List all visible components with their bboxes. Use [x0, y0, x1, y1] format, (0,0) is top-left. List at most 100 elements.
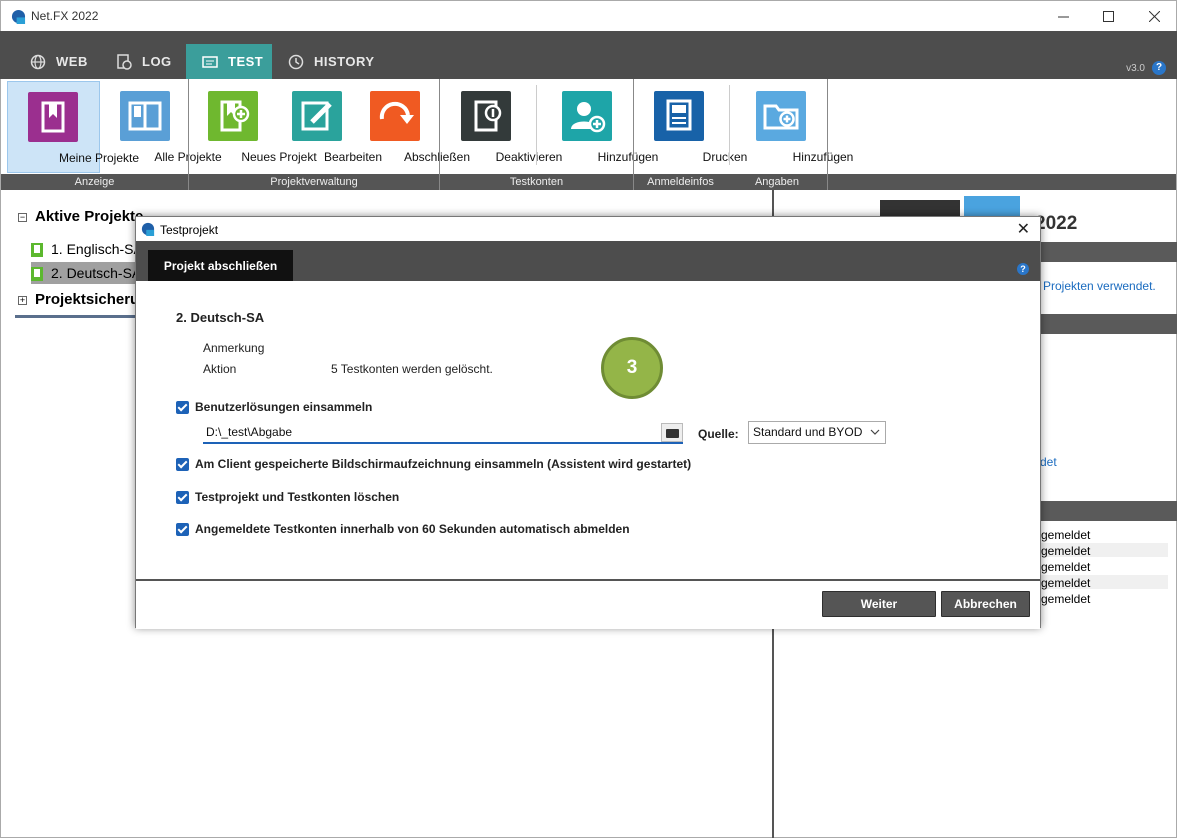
- window-title: Net.FX 2022: [31, 9, 99, 23]
- edit-icon: [292, 91, 342, 141]
- checkbox-label: Am Client gespeicherte Bildschirmaufzeic…: [195, 457, 692, 471]
- checkbox-label: Angemeldete Testkonten innerhalb von 60 …: [195, 522, 630, 536]
- add-user-icon: [562, 91, 612, 141]
- chevron-down-icon: [870, 429, 880, 435]
- testkonten-hinzufuegen-button[interactable]: Hinzufügen: [546, 81, 658, 173]
- checkbox-checked-icon[interactable]: [176, 400, 189, 414]
- dialog-footer: Weiter Abbrechen: [136, 583, 1040, 629]
- deaktivieren-button[interactable]: Deaktivieren: [443, 81, 562, 173]
- checkbox-bildschirmaufzeichnung[interactable]: Am Client gespeicherte Bildschirmaufzeic…: [176, 457, 691, 471]
- maximize-icon: [1102, 11, 1114, 22]
- print-doc-icon: [654, 91, 704, 141]
- checkbox-checked-icon[interactable]: [176, 522, 189, 536]
- dialog-close-icon[interactable]: ✕: [1017, 219, 1030, 239]
- status-row: gemeldet: [1041, 544, 1091, 558]
- tab-history[interactable]: HISTORY: [272, 44, 382, 79]
- netfx-logo: [880, 196, 1020, 216]
- info-link-text[interactable]: n Projekten verwendet.: [1033, 279, 1156, 293]
- path-input[interactable]: [203, 422, 683, 444]
- drucken-button[interactable]: Drucken: [637, 81, 747, 173]
- quelle-label: Quelle:: [698, 427, 739, 441]
- app-logo-icon: [141, 222, 155, 236]
- group-label-projektverwaltung: Projektverwaltung: [270, 176, 358, 188]
- dialog-titlebar: Testprojekt ✕: [136, 217, 1040, 241]
- dialog-body: 2. Deutsch-SA Anmerkung Aktion 5 Testkon…: [136, 281, 1040, 581]
- checkbox-testprojekt-loeschen[interactable]: Testprojekt und Testkonten löschen: [176, 490, 399, 504]
- folder-icon: [666, 429, 679, 438]
- dialog-title: Testprojekt: [160, 223, 219, 237]
- meine-projekte-button[interactable]: Meine Projekte: [7, 81, 139, 173]
- bearbeiten-button[interactable]: Bearbeiten: [283, 81, 382, 173]
- checkbox-checked-icon[interactable]: [176, 490, 189, 504]
- log-icon: [117, 53, 132, 70]
- testprojekt-dialog: Testprojekt ✕ Projekt abschließen ? 2. D…: [135, 216, 1041, 629]
- maximize-button[interactable]: [1085, 1, 1131, 32]
- tree-item-englisch-sa[interactable]: 1. Englisch-SA: [31, 238, 143, 260]
- project-name: 2. Deutsch-SA: [176, 310, 265, 325]
- aktion-value: 5 Testkonten werden gelöscht.: [331, 362, 493, 376]
- abschliessen-button[interactable]: Abschließen: [357, 81, 470, 173]
- checkbox-auto-abmelden[interactable]: Angemeldete Testkonten innerhalb von 60 …: [176, 522, 630, 536]
- main-tab-bar: WEB LOG TEST HISTORY v3.0 ?: [0, 31, 1177, 79]
- minimize-button[interactable]: [1040, 1, 1086, 32]
- checkbox-benutzerloesungen[interactable]: Benutzerlösungen einsammeln: [176, 400, 372, 414]
- deactivate-icon: [461, 91, 511, 141]
- status-row: gemeldet: [1041, 560, 1091, 574]
- tab-label: WEB: [56, 54, 88, 69]
- status-row: gemeldet: [1041, 528, 1091, 542]
- status-row: gemeldet: [1041, 592, 1091, 606]
- dialog-tab-bar: Projekt abschließen ?: [136, 241, 1040, 281]
- tab-test[interactable]: TEST: [186, 44, 272, 79]
- section-underline: [15, 315, 140, 318]
- new-bookmark-icon: [208, 91, 258, 141]
- group-label-anmeldeinfos: Anmeldeinfos: [647, 176, 714, 188]
- quelle-select[interactable]: Standard und BYOD: [748, 421, 886, 444]
- bookmark-icon: [28, 92, 78, 142]
- add-folder-icon: [756, 91, 806, 141]
- bookmark-icon: [31, 243, 43, 258]
- close-button[interactable]: [1131, 1, 1177, 32]
- expand-icon[interactable]: +: [18, 295, 27, 305]
- anmerkung-label: Anmerkung: [203, 341, 265, 355]
- tab-log[interactable]: LOG: [100, 44, 186, 79]
- tab-label: LOG: [142, 54, 172, 69]
- group-label-angaben: Angaben: [754, 176, 800, 188]
- alle-projekte-button[interactable]: Alle Projekte: [102, 81, 222, 173]
- app-logo-icon: [11, 9, 26, 24]
- close-icon: [1148, 11, 1160, 22]
- checkbox-label: Testprojekt und Testkonten löschen: [195, 490, 400, 504]
- minimize-icon: [1057, 16, 1069, 18]
- tree-item-deutsch-sa[interactable]: 2. Deutsch-SA: [31, 262, 142, 284]
- collapse-icon[interactable]: −: [18, 212, 27, 222]
- aktion-label: Aktion: [203, 362, 237, 376]
- weiter-button[interactable]: Weiter: [822, 591, 936, 617]
- help-icon[interactable]: ?: [1152, 61, 1166, 75]
- book-icon: [120, 91, 170, 141]
- version-label: v3.0: [1126, 63, 1145, 74]
- abbrechen-button[interactable]: Abbrechen: [941, 591, 1030, 617]
- window-titlebar: Net.FX 2022: [0, 0, 1177, 31]
- tab-label: HISTORY: [314, 54, 375, 69]
- status-row: gemeldet: [1041, 576, 1091, 590]
- test-icon: [202, 55, 218, 68]
- tree-item-label: 2. Deutsch-SA: [51, 265, 142, 281]
- angaben-hinzufuegen-button[interactable]: Hinzufügen: [739, 81, 853, 173]
- history-icon: [288, 54, 304, 69]
- tree-section-aktive-projekte[interactable]: − Aktive Projekte: [18, 208, 143, 225]
- checkbox-checked-icon[interactable]: [176, 457, 189, 471]
- dialog-help-icon[interactable]: ?: [1017, 263, 1029, 275]
- step-number-badge: 3: [601, 337, 663, 399]
- bookmark-icon: [31, 267, 43, 282]
- tab-projekt-abschliessen[interactable]: Projekt abschließen: [148, 250, 293, 281]
- group-label-testkonten: Testkonten: [509, 176, 564, 188]
- ribbon-toolbar: Meine Projekte Alle Projekte Neues Proje…: [0, 79, 1177, 190]
- quelle-selected-value: Standard und BYOD: [753, 425, 863, 439]
- tree-item-label: 1. Englisch-SA: [51, 241, 143, 257]
- status-link[interactable]: det: [1040, 455, 1057, 469]
- group-label-anzeige: Anzeige: [74, 176, 115, 188]
- globe-icon: [30, 54, 46, 69]
- browse-folder-button[interactable]: [661, 423, 683, 442]
- tab-web[interactable]: WEB: [14, 44, 104, 79]
- neues-projekt-button[interactable]: Neues Projekt: [191, 81, 317, 173]
- tab-label: TEST: [228, 54, 264, 69]
